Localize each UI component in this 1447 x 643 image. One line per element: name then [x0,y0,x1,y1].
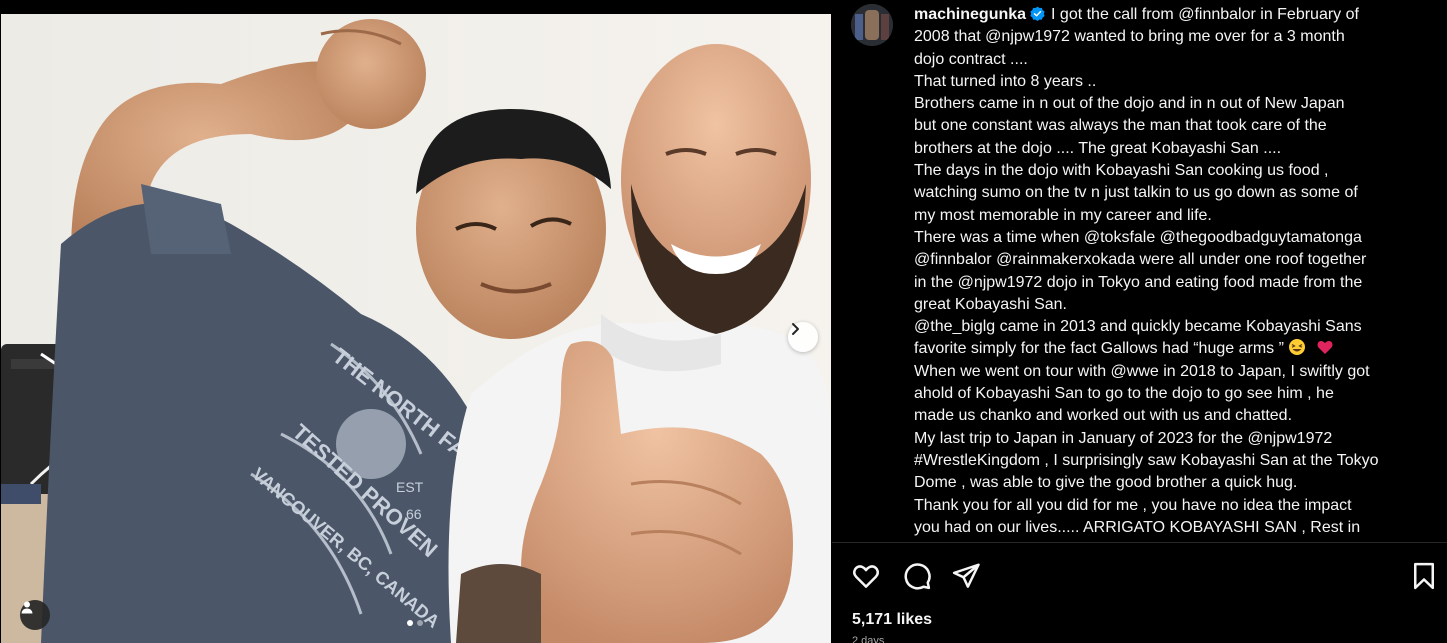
caption-line: in the @njpw1972 dojo in Tokyo and eatin… [914,273,1363,291]
caption-line: you had on our lives..... ARRIGATO KOBAY… [914,518,1361,536]
caption-line: My last trip to Japan in January of 2023… [914,429,1333,447]
caption-line: watching sumo on the tv n just talkin to… [914,184,1358,202]
save-button[interactable] [1409,561,1439,591]
post-caption: machinegunka I got the call from @finnbal… [914,4,1414,543]
tagged-users-button[interactable] [20,600,50,630]
laughing-emoji-icon [1288,339,1305,356]
caption-line: ahold of Kobayashi San to go to the dojo… [914,385,1334,403]
heart-icon [852,565,880,588]
carousel-dot [417,620,423,626]
bookmark-icon [1414,562,1434,590]
likes-count[interactable]: 5,171 likes [852,611,932,629]
post-timestamp[interactable]: 2 days [852,636,892,643]
red-heart-emoji-icon [1317,341,1333,355]
caption-line: favorite simply for the fact Gallows had… [914,338,1414,360]
chevron-right-icon [792,323,799,335]
caption-line: made us chanko and worked out with us an… [914,407,1293,425]
user-tag-icon [21,601,33,614]
caption-line: 2008 that @njpw1972 wanted to bring me o… [914,28,1345,46]
caption-line: That turned into 8 years .. [914,72,1097,90]
photo-illustration: THE NORTH FACE TESTED PROVEN VANCOUVER, … [1,14,831,643]
caption-text: I got the call from @finnbalor in Februa… [1051,6,1359,23]
carousel-indicator [407,620,423,626]
share-button[interactable] [951,561,981,591]
caption-line: There was a time when @toksfale @thegood… [914,228,1362,246]
profile-picture [851,4,893,46]
caption-line: The days in the dojo with Kobayashi San … [914,162,1329,180]
verified-badge-icon [1030,6,1045,21]
shirt-text-year: 66 [406,506,422,522]
caption-line: Brothers came in n out of the dojo and i… [914,95,1345,113]
comment-bubble-icon [904,563,931,590]
post-photo[interactable]: THE NORTH FACE TESTED PROVEN VANCOUVER, … [1,14,831,643]
paper-plane-icon [952,563,980,588]
comment-button[interactable] [902,561,932,591]
caption-line: dojo contract .... [914,50,1028,68]
carousel-next-button[interactable] [788,322,818,352]
caption-line: Thank you for all you did for me , you h… [914,496,1352,514]
avatar[interactable] [851,4,893,46]
caption-line: @finnbalor @rainmakerxokada were all und… [914,251,1367,269]
caption-line: brothers at the dojo .... The great Koba… [914,139,1282,157]
like-button[interactable] [851,561,881,591]
caption-line: my most memorable in my career and life. [914,206,1212,224]
caption-line: great Kobayashi San. [914,295,1067,313]
caption-line: #WrestleKingdom , I surprisingly saw Kob… [914,451,1379,469]
caption-line: @the_biglg came in 2013 and quickly beca… [914,318,1362,336]
caption-line: but one constant was always the man that… [914,117,1327,135]
caption-text: favorite simply for the fact Gallows had… [914,340,1284,358]
post-username[interactable]: machinegunka [914,6,1026,23]
carousel-dot-active [407,620,413,626]
caption-line: Dome , was able to give the good brother… [914,474,1298,492]
shirt-text-est: EST [396,479,424,495]
caption-line: machinegunka I got the call from @finnbal… [914,4,1414,26]
top-black-strip [0,0,831,14]
action-divider [832,542,1447,543]
caption-line: When we went on tour with @wwe in 2018 t… [914,362,1370,380]
